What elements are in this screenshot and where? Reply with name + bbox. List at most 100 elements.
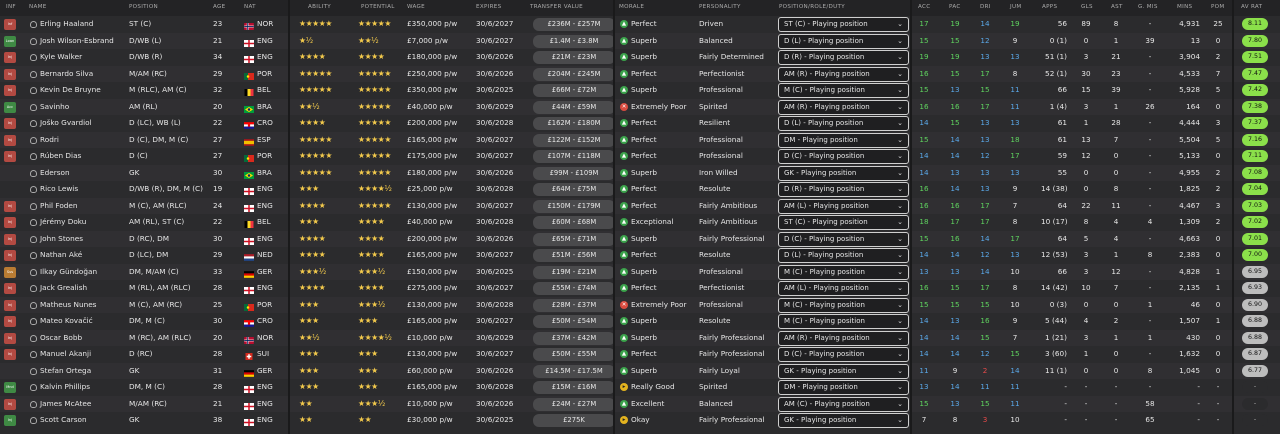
table-row[interactable]: Inj Nathan Aké D (LC), DM 29 NED ★★★★ ★★★★ £165… [0, 247, 1280, 264]
col-avrat[interactable]: AV RAT [1241, 4, 1262, 10]
status-badge[interactable]: Inj [4, 118, 16, 129]
role-select[interactable]: M (C) - Playing position ⌄ [778, 264, 909, 280]
table-row[interactable]: Ederson GK 30 BRA ★★★★★ ★★★★★ £180,000 p/w 30/6… [0, 164, 1280, 181]
role-select[interactable]: AM (R) - Playing position ⌄ [778, 330, 909, 346]
status-badge[interactable]: Inj [4, 283, 16, 294]
status-badge[interactable]: Loan [4, 35, 16, 47]
role-select[interactable]: AM (L) - Playing position ⌄ [778, 198, 909, 214]
table-row[interactable]: Inj Manuel Akanji D (RC) 28 SUI ★★★ ★★★ £130,00… [0, 346, 1280, 363]
player-name[interactable]: Jérémy Doku [40, 214, 86, 231]
role-select[interactable]: D (R) - Playing position ⌄ [778, 182, 909, 197]
table-row[interactable]: Inj Mateo Kovačić DM, M (C) 30 CRO ★★★ ★★★ £165… [0, 313, 1280, 330]
status-badge[interactable]: Inj [4, 85, 16, 96]
status-badge[interactable]: Inj [4, 68, 16, 80]
player-name[interactable]: Kalvin Phillips [40, 379, 90, 396]
role-select[interactable]: GK - Playing position ⌄ [778, 165, 909, 181]
player-name[interactable]: John Stones [40, 231, 83, 248]
player-name[interactable]: James McAtee [40, 396, 91, 413]
role-select[interactable]: D (C) - Playing position ⌄ [778, 231, 909, 247]
col-pom[interactable]: POM [1211, 4, 1225, 10]
player-name[interactable]: Matheus Nunes [40, 297, 97, 314]
player-name[interactable]: Rodri [40, 132, 59, 149]
player-name[interactable]: Manuel Akanji [40, 346, 91, 363]
status-badge[interactable]: Sus [4, 266, 16, 278]
col-acc[interactable]: ACC [918, 4, 930, 10]
role-select[interactable]: GK - Playing position ⌄ [778, 363, 909, 379]
status-badge[interactable]: Inj [4, 134, 16, 146]
role-select[interactable]: AM (C) - Playing position ⌄ [778, 396, 909, 412]
col-gls[interactable]: GLS [1081, 4, 1093, 10]
role-select[interactable]: M (C) - Playing position ⌄ [778, 314, 909, 329]
role-select[interactable]: AM (L) - Playing position ⌄ [778, 281, 909, 296]
player-name[interactable]: Oscar Bobb [40, 330, 82, 347]
status-badge[interactable]: Inj [4, 200, 16, 212]
col-ability[interactable]: ABILITY [308, 4, 331, 10]
player-name[interactable]: Bernardo Silva [40, 66, 93, 83]
player-name[interactable]: Kevin De Bruyne [40, 82, 101, 99]
table-row[interactable]: Inj James McAtee M/AM (RC) 21 ENG ★★ ★★★½ £10,0… [0, 395, 1280, 413]
player-name[interactable]: Stefan Ortega [40, 363, 91, 380]
table-row[interactable]: Inj John Stones D (RC), DM 30 ENG ★★★★ ★★★★ £20… [0, 230, 1280, 248]
role-select[interactable]: D (C) - Playing position ⌄ [778, 347, 909, 362]
col-jum[interactable]: JUM [1010, 4, 1021, 10]
col-ast[interactable]: AST [1111, 4, 1123, 10]
table-row[interactable]: Inj Phil Foden M (C), AM (RLC) 24 ENG ★★★★ ★★★… [0, 197, 1280, 215]
status-badge[interactable] [4, 168, 16, 179]
table-row[interactable]: Inj Kyle Walker D/WB (R) 34 ENG ★★★★ ★★★★ £180,… [0, 49, 1280, 66]
player-name[interactable]: Mateo Kovačić [40, 313, 93, 330]
table-row[interactable]: Rico Lewis D/WB (R), DM, M (C) 19 ENG ★★★ ★★★… [0, 181, 1280, 198]
role-select[interactable]: DM - Playing position ⌄ [778, 132, 909, 148]
table-row[interactable]: Inj Joško Gvardiol D (LC), WB (L) 22 CRO ★★★★… [0, 115, 1280, 132]
role-select[interactable]: D (L) - Playing position ⌄ [778, 116, 909, 131]
player-name[interactable]: Erling Haaland [40, 16, 93, 33]
col-age[interactable]: AGE [213, 4, 226, 10]
status-badge[interactable]: Inj [4, 349, 16, 360]
status-badge[interactable]: Inj [4, 250, 16, 261]
col-personality[interactable]: PERSONALITY [699, 4, 741, 10]
table-row[interactable]: Inj Rodri D (C), DM, M (C) 27 ESP ★★★★★ ★★★★★ £… [0, 131, 1280, 149]
role-select[interactable]: ST (C) - Playing position ⌄ [778, 17, 909, 32]
table-row[interactable]: Acc Savinho AM (RL) 20 BRA ★★½ ★★★★★ £40,000 p/… [0, 98, 1280, 116]
table-row[interactable]: Inf Erling Haaland ST (C) 23 NOR ★★★★★ ★★★★★ £3… [0, 16, 1280, 33]
role-select[interactable]: GK - Playing position ⌄ [778, 413, 909, 428]
player-name[interactable]: Phil Foden [40, 198, 78, 215]
player-name[interactable]: Savinho [40, 99, 69, 116]
col-pac[interactable]: PAC [949, 4, 961, 10]
col-mins[interactable]: MINS [1177, 4, 1192, 10]
status-badge[interactable]: Inj [4, 233, 16, 245]
status-badge[interactable]: Inj [4, 151, 16, 162]
status-badge[interactable] [4, 366, 16, 377]
player-name[interactable]: Josh Wilson-Esbrand [40, 33, 114, 50]
player-name[interactable]: Nathan Aké [40, 247, 82, 264]
status-badge[interactable]: Inj [4, 398, 16, 410]
status-badge[interactable]: Acc [4, 101, 16, 113]
role-select[interactable]: D (R) - Playing position ⌄ [778, 50, 909, 65]
role-select[interactable]: ST (C) - Playing position ⌄ [778, 215, 909, 230]
role-select[interactable]: AM (R) - Playing position ⌄ [778, 66, 909, 82]
col-wage[interactable]: WAGE [407, 4, 425, 10]
table-row[interactable]: Inj Kevin De Bruyne M (RLC), AM (C) 32 BEL ★★… [0, 82, 1280, 99]
player-name[interactable]: Ilkay Gündoğan [40, 264, 97, 281]
role-select[interactable]: DM - Playing position ⌄ [778, 380, 909, 395]
table-row[interactable]: Inj Scott Carson GK 38 ENG ★★ ★★ £30,000 p/w 30/… [0, 412, 1280, 429]
player-name[interactable]: Kyle Walker [40, 49, 82, 66]
col-nat[interactable]: NAT [244, 4, 256, 10]
status-badge[interactable]: Inj [4, 52, 16, 63]
player-name[interactable]: Joško Gvardiol [40, 115, 92, 132]
status-badge[interactable] [4, 184, 16, 195]
role-select[interactable]: AM (R) - Playing position ⌄ [778, 99, 909, 115]
player-name[interactable]: Jack Grealish [40, 280, 87, 297]
col-inf[interactable]: INF [6, 4, 16, 10]
table-row[interactable]: Inj Jérémy Doku AM (RL), ST (C) 22 BEL ★★★ ★★★… [0, 214, 1280, 231]
status-badge[interactable]: Inf [4, 19, 16, 30]
role-select[interactable]: D (L) - Playing position ⌄ [778, 248, 909, 263]
table-row[interactable]: Sus Ilkay Gündoğan DM, M/AM (C) 33 GER ★★★½ ★★… [0, 263, 1280, 281]
player-name[interactable]: Rico Lewis [40, 181, 78, 198]
role-select[interactable]: M (C) - Playing position ⌄ [778, 83, 909, 98]
col-gmis[interactable]: G. MIS [1138, 4, 1158, 10]
role-select[interactable]: D (L) - Playing position ⌄ [778, 33, 909, 49]
col-position[interactable]: POSITION [129, 4, 158, 10]
col-morale[interactable]: MORALE [619, 4, 644, 10]
role-select[interactable]: M (C) - Playing position ⌄ [778, 297, 909, 313]
table-row[interactable]: Inj Matheus Nunes M (C), AM (RC) 25 POR ★★★ ★★… [0, 296, 1280, 314]
